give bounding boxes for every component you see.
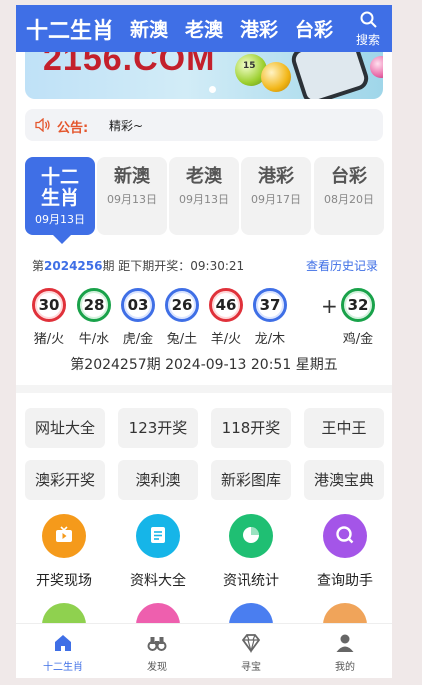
result-ball: 30	[32, 288, 66, 322]
link-button[interactable]: 网址大全	[25, 408, 105, 448]
result-zodiac: 兔/土	[166, 332, 198, 347]
result-zodiac: 羊/火	[210, 332, 242, 347]
bottom-nav-bar: 十二生肖 发现 寻宝 我的	[16, 623, 392, 678]
result-zodiac: 猪/火	[33, 332, 65, 347]
link-button[interactable]: 新彩图库	[211, 460, 291, 500]
special-zodiac: 鸡/金	[342, 332, 374, 347]
bottom-nav-discover[interactable]: 发现	[110, 624, 204, 678]
home-icon	[55, 635, 71, 651]
special-ball: 32	[341, 288, 375, 322]
pie-chart-icon	[229, 514, 273, 558]
notice-bar[interactable]: 公告: 精彩~	[25, 109, 383, 141]
link-button[interactable]: 王中王	[304, 408, 384, 448]
lottery-tab-date: 09月13日	[35, 213, 85, 226]
app-screen: 十二生肖 新澳 老澳 港彩 台彩 搜索 2156.COM 15 公告: 精彩~	[16, 5, 392, 678]
lottery-ball-image	[261, 62, 291, 92]
diamond-icon	[241, 634, 261, 653]
bottom-nav-profile[interactable]: 我的	[298, 624, 392, 678]
nav-tab-shengxiao[interactable]: 十二生肖	[26, 13, 114, 45]
phone-image	[293, 52, 367, 99]
bottom-nav-label: 发现	[147, 662, 167, 673]
feature-label: 资料大全	[130, 573, 186, 589]
link-button[interactable]: 澳利澳	[118, 460, 198, 500]
lottery-tab-taicai[interactable]: 台彩 08月20日	[314, 157, 384, 235]
lottery-tab-name: 台彩	[331, 166, 367, 187]
lottery-tab-name: 新澳	[114, 166, 150, 187]
nav-tab-taicai[interactable]: 台彩	[295, 15, 333, 42]
lottery-tab-name: 十二生肖	[40, 166, 79, 209]
next-draw-info: 第2024257期 2024-09-13 20:51 星期五	[70, 357, 338, 373]
search-icon	[360, 11, 377, 28]
active-tab-pointer	[53, 235, 71, 244]
link-button[interactable]: 港澳宝典	[304, 460, 384, 500]
notice-label: 公告:	[57, 121, 89, 136]
banner-text: 2156.COM	[43, 52, 216, 78]
search-label: 搜索	[355, 33, 380, 47]
bottom-nav-label: 寻宝	[241, 662, 261, 673]
bottom-nav-label: 我的	[335, 662, 355, 673]
nav-tab-laoao[interactable]: 老澳	[185, 15, 223, 42]
result-zodiac: 虎/金	[122, 332, 154, 347]
nav-tab-gangcai[interactable]: 港彩	[240, 15, 278, 42]
speaker-icon	[35, 118, 50, 132]
feature-label: 开奖现场	[36, 573, 92, 589]
nav-tab-xinao[interactable]: 新澳	[130, 15, 168, 42]
result-ball: 26	[165, 288, 199, 322]
link-button[interactable]: 118开奖	[211, 408, 291, 448]
lottery-tab-xinao[interactable]: 新澳 09月13日	[97, 157, 167, 235]
lottery-tab-shengxiao[interactable]: 十二生肖 09月13日	[25, 157, 95, 235]
link-button[interactable]: 123开奖	[118, 408, 198, 448]
plus-sign: +	[321, 294, 338, 318]
lottery-tab-laoao[interactable]: 老澳 09月13日	[169, 157, 239, 235]
lottery-ball-image	[370, 56, 383, 78]
carousel-dot[interactable]	[209, 86, 216, 93]
issue-number: 2024256	[44, 259, 103, 273]
history-link[interactable]: 查看历史记录	[306, 257, 378, 274]
lottery-tab-date: 08月20日	[324, 193, 374, 206]
bottom-nav-label: 十二生肖	[43, 662, 83, 673]
bottom-nav-home[interactable]: 十二生肖	[16, 624, 110, 678]
result-ball: 03	[121, 288, 155, 322]
bottom-nav-treasure[interactable]: 寻宝	[204, 624, 298, 678]
section-divider	[16, 385, 392, 393]
link-button[interactable]: 澳彩开奖	[25, 460, 105, 500]
draw-result-balls: 30 猪/火 28 牛/水 03 虎/金 26 兔/土 46 羊/火 37 龙/…	[32, 288, 382, 348]
query-icon	[323, 514, 367, 558]
document-icon	[136, 514, 180, 558]
tv-icon	[42, 514, 86, 558]
search-button[interactable]: 搜索	[344, 5, 392, 52]
user-icon	[336, 634, 354, 652]
lottery-tab-date: 09月17日	[251, 193, 301, 206]
lottery-tab-date: 09月13日	[107, 193, 157, 206]
feature-label: 资讯统计	[223, 573, 279, 589]
countdown-text: 期 距下期开奖：09:30:21	[102, 259, 245, 273]
draw-countdown: 第2024256期 距下期开奖：09:30:21	[32, 257, 244, 274]
lottery-tab-name: 港彩	[258, 166, 294, 187]
result-ball: 37	[253, 288, 287, 322]
binoculars-icon	[147, 637, 167, 651]
notice-text: 精彩~	[109, 119, 144, 133]
lottery-tab-date: 09月13日	[179, 193, 229, 206]
promo-banner[interactable]: 2156.COM 15	[25, 52, 383, 99]
lottery-tab-name: 老澳	[186, 166, 222, 187]
lottery-tab-gangcai[interactable]: 港彩 09月17日	[241, 157, 311, 235]
top-nav-bar: 十二生肖 新澳 老澳 港彩 台彩 搜索	[16, 5, 392, 52]
issue-prefix: 第	[32, 259, 45, 273]
result-zodiac: 牛/水	[78, 332, 110, 347]
result-zodiac: 龙/木	[254, 332, 286, 347]
result-ball: 28	[77, 288, 111, 322]
result-ball: 46	[209, 288, 243, 322]
feature-label: 查询助手	[317, 573, 373, 589]
